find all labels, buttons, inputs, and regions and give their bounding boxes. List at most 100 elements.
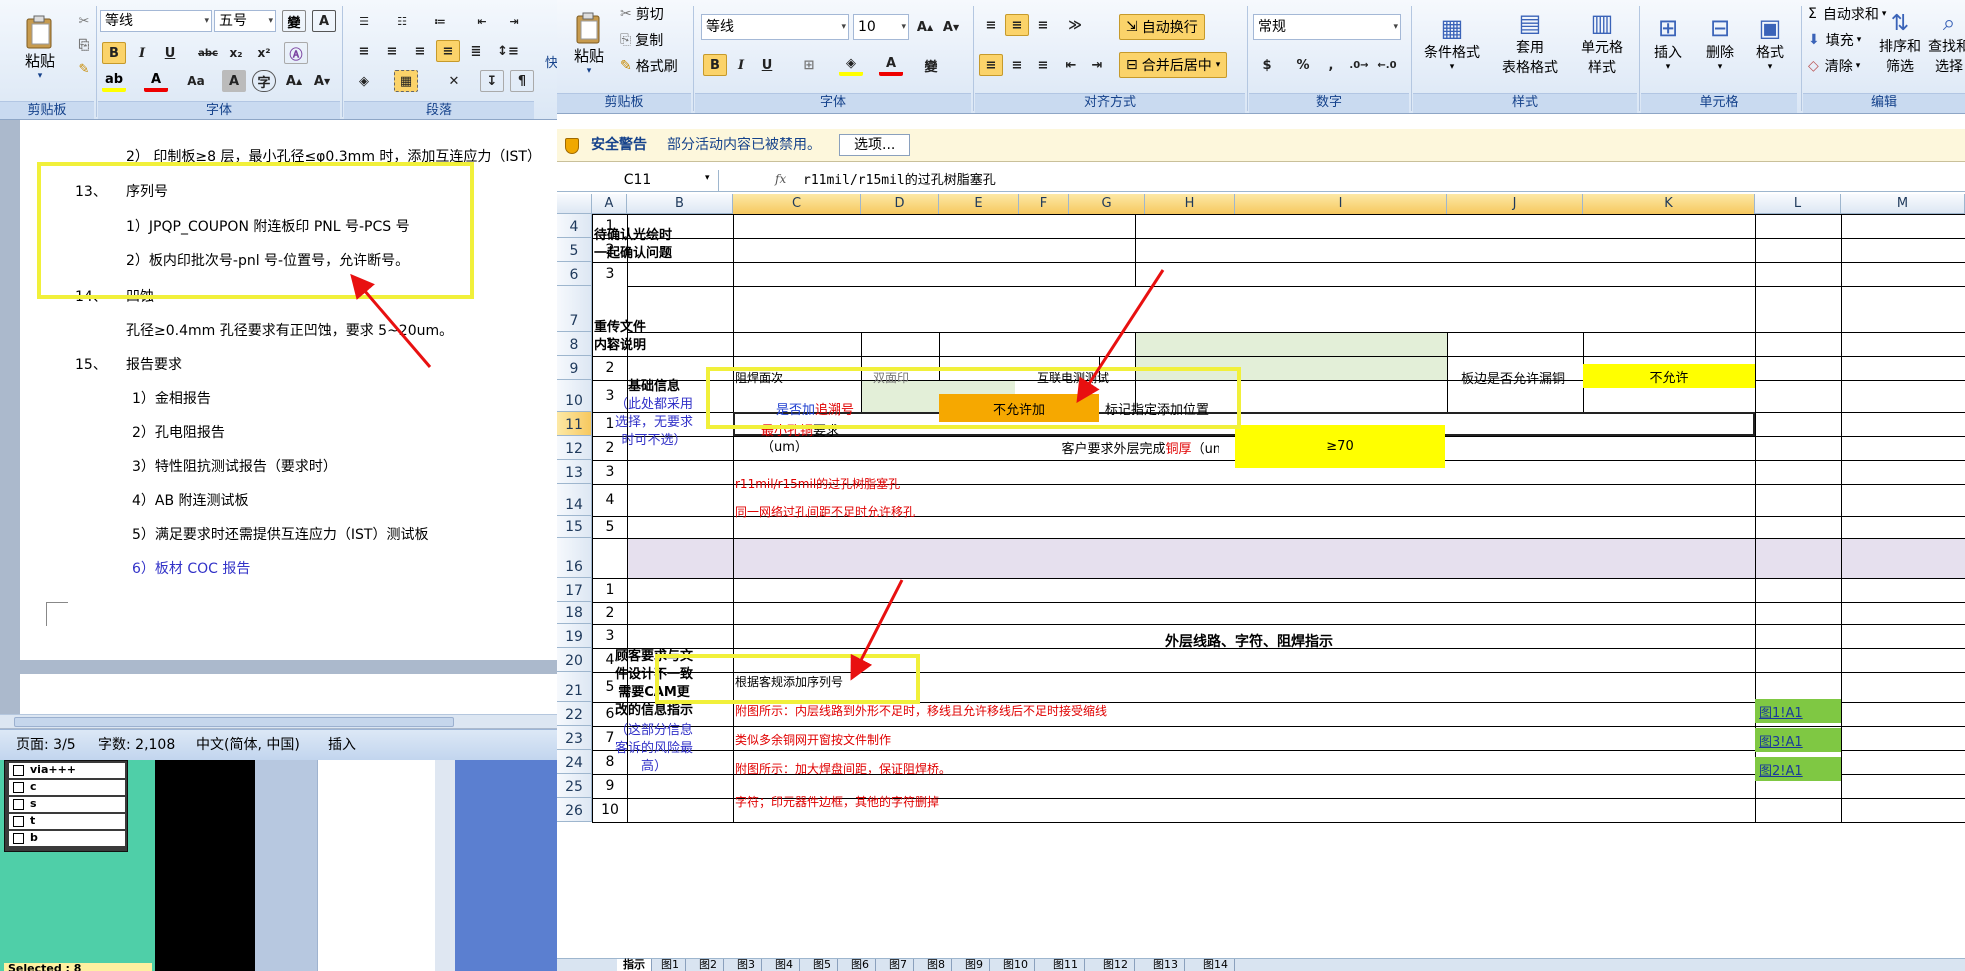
paste-button[interactable]: 粘贴 ▾ [8, 8, 72, 86]
link-figure-1[interactable]: 图1!A1 [1755, 699, 1841, 723]
bullets-icon[interactable]: ☰ [352, 10, 376, 32]
align-center-icon[interactable]: ≡ [1005, 54, 1029, 76]
column-header-a[interactable]: A [592, 194, 627, 214]
bold-icon[interactable]: B [102, 42, 126, 64]
format-painter-icon[interactable]: ✎ [72, 58, 96, 80]
align-top-icon[interactable]: ≡ [979, 14, 1003, 36]
currency-icon[interactable]: $ [1255, 54, 1279, 76]
cut-icon[interactable]: ✂ [72, 10, 96, 32]
word-count[interactable]: 字数: 2,108 [98, 730, 175, 760]
subscript-icon[interactable]: x₂ [224, 42, 248, 64]
change-case-icon[interactable]: Aa [184, 70, 208, 92]
clear-button[interactable]: ◇ 清除 ▾ [1807, 54, 1861, 78]
cell-c8[interactable]: 阻焊面次 [735, 366, 845, 388]
sheet-tab[interactable]: 图14 [1197, 959, 1235, 971]
column-header-g[interactable]: G [1069, 194, 1145, 214]
wrap-text-button[interactable]: ⇲ 自动换行 [1119, 14, 1205, 40]
layer-row[interactable]: t [9, 814, 125, 829]
font-size-combo[interactable]: 五号 ▾ [214, 10, 276, 32]
cell-customer-req-note[interactable]: （这部分信息 客诉的风险最 高） [594, 720, 714, 778]
cell-pending-issues[interactable]: 待确认光绘时 一起确认问题 [594, 220, 714, 270]
sheet-tab[interactable]: 图9 [959, 959, 990, 971]
delete-button[interactable]: ⊟ 删除 ▾ [1695, 4, 1745, 82]
cell-e9[interactable]: 不允许加 [939, 394, 1099, 422]
sheet-tab[interactable]: 图2 [693, 959, 724, 971]
merge-center-button[interactable]: ⊟ 合并后居中 ▾ [1119, 52, 1228, 78]
find-select-button[interactable]: ⌕查找和选择 [1927, 4, 1965, 82]
column-header-f[interactable]: F [1019, 194, 1069, 214]
shading-icon[interactable]: ◈ [352, 70, 376, 92]
column-header-b[interactable]: B [627, 194, 733, 214]
justify-icon[interactable]: ≡ [436, 40, 460, 62]
sheet-tab[interactable]: 图6 [845, 959, 876, 971]
increase-indent-icon[interactable]: ⇥ [1085, 54, 1109, 76]
number-format-combo[interactable]: 常规 ▾ [1253, 14, 1401, 40]
sheet-tab[interactable]: 图12 [1097, 959, 1135, 971]
font-size-combo[interactable]: 10 ▾ [853, 14, 909, 40]
sheet-tab[interactable]: 图13 [1147, 959, 1185, 971]
column-header-e[interactable]: E [939, 194, 1019, 214]
align-right-icon[interactable]: ≡ [1031, 54, 1055, 76]
clear-format-icon[interactable]: Ⓐ [284, 42, 308, 64]
italic-icon[interactable]: I [130, 42, 154, 64]
sheet-tab[interactable]: 图4 [769, 959, 800, 971]
shrink-font-icon[interactable]: A ▼ [939, 16, 963, 38]
cell-j8[interactable]: 板边是否允许漏铜 [1453, 366, 1573, 388]
cell-styles-button[interactable]: ▥ 单元格 样式 [1569, 4, 1635, 82]
sheet-tab[interactable]: 图7 [883, 959, 914, 971]
cell-d8[interactable]: 双面印 [873, 366, 933, 388]
cell-basic-info[interactable]: 基础信息 [594, 374, 714, 394]
cell-c18[interactable]: 附图所示：内层线路到外形不足时，移线且允许移线后不足时接受缩线 [735, 699, 1335, 721]
column-header-k[interactable]: K [1583, 194, 1755, 214]
distributed-icon[interactable]: ≣ [464, 40, 488, 62]
column-header-d[interactable]: D [861, 194, 939, 214]
font-name-combo[interactable]: 等线 ▾ [100, 10, 212, 32]
sort-filter-button[interactable]: ⇅ 排序和 筛选 [1873, 4, 1927, 82]
orientation-icon[interactable]: ≫ [1063, 14, 1087, 36]
fill-button[interactable]: ⬇ 填充 ▾ [1807, 28, 1862, 52]
increase-indent-icon[interactable]: ⇥ [502, 10, 526, 32]
format-button[interactable]: ▣ 格式 ▾ [1745, 4, 1795, 82]
cell-i10[interactable]: ≥70 [1235, 425, 1445, 468]
page-indicator[interactable]: 页面: 3/5 [16, 730, 76, 760]
percent-icon[interactable]: % [1291, 54, 1315, 76]
cell-h10[interactable]: 客户要求外层完成铜厚（um） [819, 436, 1219, 458]
sort-icon[interactable]: ↧ [480, 70, 504, 92]
align-center-icon[interactable]: ≡ [380, 40, 404, 62]
fill-color-icon[interactable]: ◈ [839, 54, 863, 76]
char-border-icon[interactable]: A [312, 10, 336, 32]
cell-c9[interactable]: 是否加 追溯号 [735, 396, 895, 420]
borders-icon[interactable]: ▦ [394, 70, 418, 92]
decrease-decimal-icon[interactable]: ←.0 [1375, 54, 1399, 76]
bold-icon[interactable]: B [703, 54, 727, 76]
select-all-corner[interactable] [557, 194, 592, 214]
cell-c17[interactable]: 根据客规添加序列号 [735, 670, 1135, 692]
align-middle-icon[interactable]: ≡ [1005, 14, 1029, 36]
link-figure-2[interactable]: 图2!A1 [1755, 757, 1841, 781]
column-header-h[interactable]: H [1145, 194, 1235, 214]
font-color-icon[interactable]: A [144, 70, 168, 92]
sheet-tab[interactable]: 图3 [731, 959, 762, 971]
char-shading-icon[interactable]: A [222, 70, 246, 92]
column-header-l[interactable]: L [1755, 194, 1841, 214]
shrink-font-icon[interactable]: A ▼ [310, 70, 334, 92]
copy-icon[interactable]: ⎘ [72, 34, 96, 56]
language-indicator[interactable]: 中文(简体, 中国) [196, 730, 300, 760]
name-box[interactable]: C11 [557, 170, 719, 191]
grow-font-icon[interactable]: A ▲ [913, 16, 937, 38]
column-header-i[interactable]: I [1235, 194, 1447, 214]
layer-row[interactable]: s [9, 797, 125, 812]
cell-f8[interactable]: 互联电测测试 [1037, 366, 1177, 388]
increase-decimal-icon[interactable]: .0→ [1347, 54, 1371, 76]
cell-c21[interactable]: 字符；印元器件边框，其他的字符删掉 [735, 790, 1335, 812]
line-spacing-icon[interactable]: ↕≡ [496, 40, 520, 62]
copy-button[interactable]: ⎘ 复制 [619, 28, 664, 52]
underline-icon[interactable]: U [158, 42, 182, 64]
chevron-down-icon[interactable]: ▾ [705, 173, 710, 183]
cell-customer-req[interactable]: 顾客要求与文 件设计不一致 需要CAM更 改的信息指示 [594, 648, 714, 720]
decrease-indent-icon[interactable]: ⇤ [470, 10, 494, 32]
font-color-icon[interactable]: A [879, 54, 903, 76]
sheet-tab[interactable]: 图1 [655, 959, 686, 971]
layer-row[interactable]: c [9, 780, 125, 795]
phonetic-icon[interactable]: 變 [919, 54, 943, 76]
